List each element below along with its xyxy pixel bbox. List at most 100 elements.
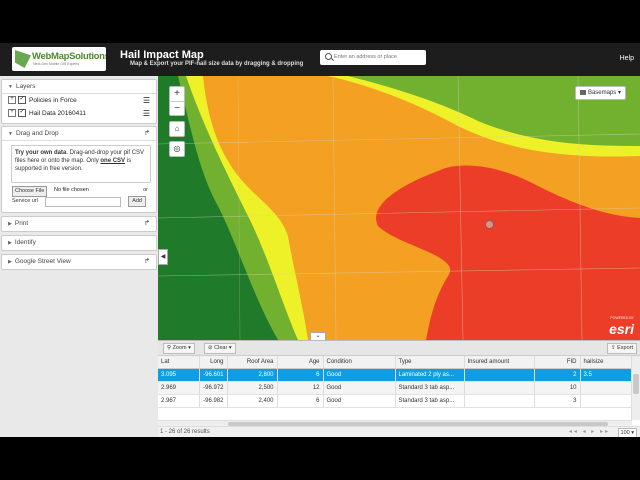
map-view[interactable]: + − ⌂ ◎ Basemaps ▾ ◀ ⌄ POWERED BY esri: [158, 76, 640, 340]
table-cell: 6: [277, 368, 324, 382]
drop-zone[interactable]: Try your own data. Drag-and-drop your pi…: [11, 145, 151, 183]
layer-label: Policies in Force: [29, 97, 77, 104]
layers-title: Layers: [15, 83, 36, 90]
table-cell: -96.972: [199, 381, 228, 395]
layer-item-policies[interactable]: + ✓ Policies in Force ☰: [2, 94, 156, 107]
table-cell: -96.982: [199, 394, 228, 408]
layers-panel-header[interactable]: ▼ Layers: [2, 80, 156, 94]
print-panel[interactable]: ▶ Print ↱: [1, 216, 157, 232]
home-button[interactable]: ⌂: [169, 121, 185, 137]
export-icon: ⇪: [610, 345, 616, 351]
identify-panel[interactable]: ▶ Identify: [1, 235, 157, 251]
column-header[interactable]: Long: [199, 356, 228, 369]
table-cell: 2: [534, 368, 581, 382]
street-view-title: Google Street View: [14, 258, 71, 265]
search-icon[interactable]: [325, 53, 332, 60]
add-button[interactable]: Add: [128, 196, 146, 207]
share-arrow-icon[interactable]: ↱: [144, 217, 150, 230]
sidebar: ▼ Layers + ✓ Policies in Force ☰ + ✓ Hail Dat…: [0, 76, 159, 437]
table-row[interactable]: 2.967 -96.982 2,400 6 Good Standard 3 ta…: [158, 394, 633, 408]
scroll-thumb[interactable]: [633, 374, 639, 394]
location-marker[interactable]: [485, 220, 494, 229]
home-icon: ⌂: [174, 124, 180, 133]
drag-drop-panel-header[interactable]: ▼ Drag and Drop ↱: [2, 127, 156, 141]
zoom-in-button[interactable]: +: [170, 87, 184, 102]
column-header[interactable]: hailsize: [580, 356, 633, 369]
expand-plus-icon[interactable]: +: [8, 96, 16, 105]
clear-icon: ⊘: [208, 345, 213, 351]
service-url-label: Service url: [12, 198, 38, 204]
table-row[interactable]: 3.095 -96.601 2,800 6 Good Laminated 2 p…: [158, 368, 633, 382]
collapse-sidebar-button[interactable]: ◀: [158, 249, 168, 265]
results-count: 1 - 26 of 26 results: [160, 429, 210, 435]
zoom-button[interactable]: ⚲ Zoom ▾: [163, 343, 195, 354]
caret-right-icon: ▶: [8, 221, 12, 227]
webmapsolutions-logo[interactable]: WebMapSolutions Next-Gen Mobile GIS Expe…: [12, 47, 106, 71]
table-cell: [464, 381, 535, 395]
column-header[interactable]: Insured amount: [464, 356, 535, 369]
table-cell: 2.969: [158, 381, 200, 395]
column-header[interactable]: FID: [534, 356, 581, 369]
table-cell: 3.095: [158, 368, 200, 382]
page-size-select[interactable]: 100 ▾: [617, 428, 637, 437]
column-header[interactable]: Age: [277, 356, 324, 369]
service-url-row: Service url Add: [12, 196, 148, 208]
street-view-panel-header[interactable]: ▶ Google Street View ↱: [2, 255, 156, 268]
top-bar: WebMapSolutions Next-Gen Mobile GIS Expe…: [0, 43, 640, 76]
print-title: Print: [14, 220, 29, 227]
search-input[interactable]: [334, 51, 422, 63]
layer-checkbox[interactable]: ✓: [18, 109, 26, 118]
table-cell: 2,500: [227, 381, 278, 395]
service-url-input[interactable]: [45, 197, 121, 207]
pagination-controls[interactable]: ◂◂ ◂ ▸ ▸▸: [569, 428, 610, 435]
share-arrow-icon[interactable]: ↱: [144, 127, 150, 140]
table-toolbar: ⚲ Zoom ▾ ⊘ Clear ▾ ⇪ Export: [158, 341, 640, 356]
help-link[interactable]: Help: [620, 55, 634, 62]
search-box[interactable]: [320, 50, 426, 65]
table-cell: 12: [277, 381, 324, 395]
locate-icon: ◎: [173, 144, 181, 153]
caret-down-icon: ▼: [8, 84, 13, 90]
table-cell: Good: [323, 381, 396, 395]
table-cell: 3: [534, 394, 581, 408]
table-cell: 3.5: [580, 368, 633, 382]
table-cell: 6: [277, 394, 324, 408]
basemaps-button[interactable]: Basemaps ▾: [574, 86, 626, 100]
share-arrow-icon[interactable]: ↱: [144, 255, 150, 268]
table-cell: Standard 3 tab asp...: [395, 394, 465, 408]
header-row: Lat Long Roof Area Age Condition Type In…: [158, 356, 633, 369]
column-header[interactable]: Roof Area: [227, 356, 278, 369]
layer-menu-icon[interactable]: ☰: [143, 94, 150, 107]
table-vertical-scrollbar[interactable]: [631, 356, 640, 420]
clear-button[interactable]: ⊘ Clear ▾: [204, 343, 236, 354]
print-panel-header[interactable]: ▶ Print ↱: [2, 217, 156, 230]
table-cell: Laminated 2 ply as...: [395, 368, 465, 382]
export-button[interactable]: ⇪ Export: [606, 343, 637, 354]
drop-zone-underline: one CSV: [100, 158, 126, 164]
layer-menu-icon[interactable]: ☰: [143, 107, 150, 120]
locate-button[interactable]: ◎: [169, 141, 185, 157]
layer-checkbox[interactable]: ✓: [18, 96, 26, 105]
table-row[interactable]: 2.969 -96.972 2,500 12 Good Standard 3 t…: [158, 381, 633, 395]
data-grid: Lat Long Roof Area Age Condition Type In…: [158, 356, 633, 408]
table-cell: 10: [534, 381, 581, 395]
esri-logo: esri: [609, 321, 634, 337]
table-cell: Good: [323, 394, 396, 408]
zoom-out-button[interactable]: −: [170, 102, 184, 116]
layer-label: Hail Data 20160411: [29, 110, 86, 117]
identify-panel-header[interactable]: ▶ Identify: [2, 236, 156, 249]
table-cell: Good: [323, 368, 396, 382]
expand-plus-icon[interactable]: +: [8, 109, 16, 118]
street-view-panel[interactable]: ▶ Google Street View ↱: [1, 254, 157, 270]
layers-panel: ▼ Layers + ✓ Policies in Force ☰ + ✓ Hail Dat…: [1, 79, 157, 124]
caret-right-icon: ▶: [8, 240, 12, 246]
column-header[interactable]: Lat: [158, 356, 200, 369]
toggle-table-button[interactable]: ⌄: [310, 332, 326, 340]
caret-down-icon: ▼: [8, 131, 13, 137]
layer-item-hail-data[interactable]: + ✓ Hail Data 20160411 ☰: [2, 107, 156, 120]
table-cell: Standard 3 tab asp...: [395, 381, 465, 395]
basemaps-label: Basemaps: [587, 90, 617, 96]
column-header[interactable]: Condition: [323, 356, 396, 369]
column-header[interactable]: Type: [395, 356, 465, 369]
hail-swath-layer: [158, 76, 640, 340]
